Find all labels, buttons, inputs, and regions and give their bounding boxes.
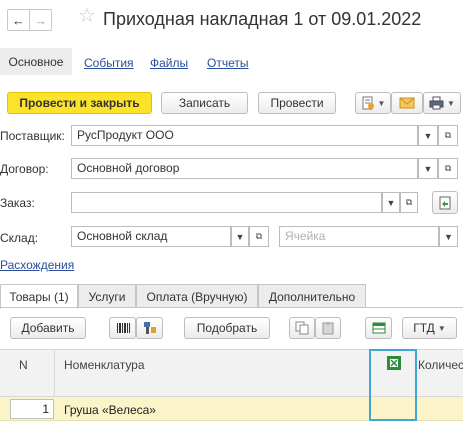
navigation-buttons: ← → bbox=[7, 9, 52, 31]
back-arrow-icon[interactable]: ← bbox=[8, 10, 29, 30]
barcode-icon bbox=[116, 323, 130, 333]
warehouse-dropdown-button[interactable]: ▼ bbox=[231, 226, 249, 247]
barcode-button[interactable] bbox=[109, 317, 136, 339]
report-button[interactable]: ▼ bbox=[355, 92, 391, 114]
report-icon bbox=[362, 96, 374, 110]
post-button[interactable]: Провести bbox=[258, 92, 336, 114]
order-label: Заказ: bbox=[0, 196, 35, 210]
select-button[interactable]: Подобрать bbox=[184, 317, 270, 339]
add-doc-icon bbox=[439, 196, 451, 209]
paste-icon bbox=[322, 322, 334, 335]
order-open-button[interactable]: ⧉ bbox=[400, 192, 418, 213]
warehouse-open-button[interactable]: ⧉ bbox=[249, 226, 269, 247]
excel-button[interactable] bbox=[365, 317, 392, 339]
open-icon: ⧉ bbox=[255, 231, 263, 241]
highlight-frame bbox=[369, 349, 417, 421]
section-tab-files[interactable]: Файлы bbox=[150, 56, 188, 70]
open-icon: ⧉ bbox=[444, 130, 452, 140]
cell-field[interactable]: Ячейка bbox=[279, 226, 439, 247]
row-item-cell[interactable]: Груша «Велеса» bbox=[64, 403, 156, 417]
chevron-down-icon: ▼ bbox=[235, 231, 245, 242]
contract-field[interactable]: Основной договор bbox=[71, 158, 418, 179]
save-button[interactable]: Записать bbox=[161, 92, 248, 114]
copy-button[interactable] bbox=[289, 317, 315, 339]
tab-goods[interactable]: Товары (1) bbox=[0, 284, 78, 309]
supplier-field[interactable]: РусПродукт ООО bbox=[71, 125, 418, 146]
supplier-dropdown-button[interactable]: ▼ bbox=[418, 125, 438, 146]
scanner-icon bbox=[143, 322, 156, 334]
section-tab-main[interactable]: Основное bbox=[0, 48, 72, 75]
paste-button[interactable] bbox=[315, 317, 341, 339]
section-tab-reports[interactable]: Отчеты bbox=[207, 56, 248, 70]
email-button[interactable] bbox=[391, 92, 423, 114]
column-header-quantity[interactable]: Количес bbox=[418, 358, 463, 372]
cell-dropdown-button[interactable]: ▼ bbox=[439, 226, 458, 247]
chevron-down-icon: ▼ bbox=[386, 197, 396, 208]
tab-payment[interactable]: Оплата (Вручную) bbox=[136, 284, 258, 308]
column-header-item[interactable]: Номенклатура bbox=[64, 358, 145, 372]
add-button[interactable]: Добавить bbox=[10, 317, 86, 339]
gtd-label: ГТД bbox=[413, 321, 435, 335]
chevron-down-icon: ▼ bbox=[447, 98, 455, 108]
section-tab-events[interactable]: События bbox=[84, 56, 134, 70]
tab-additional[interactable]: Дополнительно bbox=[258, 284, 366, 308]
star-icon[interactable]: ☆ bbox=[78, 6, 96, 26]
contract-dropdown-button[interactable]: ▼ bbox=[418, 158, 438, 179]
email-icon bbox=[399, 97, 415, 109]
scanner-button[interactable] bbox=[136, 317, 163, 339]
forward-arrow-icon[interactable]: → bbox=[29, 10, 51, 30]
column-divider bbox=[54, 349, 55, 397]
tab-services[interactable]: Услуги bbox=[78, 284, 136, 308]
print-button[interactable]: ▼ bbox=[423, 92, 461, 114]
contract-open-button[interactable]: ⧉ bbox=[438, 158, 458, 179]
open-icon: ⧉ bbox=[444, 163, 452, 173]
tab-divider bbox=[0, 307, 463, 308]
order-dropdown-button[interactable]: ▼ bbox=[382, 192, 400, 213]
chevron-down-icon: ▼ bbox=[423, 130, 433, 141]
window-title: Приходная накладная 1 от 09.01.2022 bbox=[103, 9, 422, 29]
column-header-n[interactable]: N bbox=[19, 358, 28, 372]
excel-icon bbox=[372, 322, 385, 334]
row-number-cell[interactable]: 1 bbox=[10, 399, 54, 419]
chevron-down-icon: ▼ bbox=[444, 231, 453, 242]
warehouse-field[interactable]: Основной склад bbox=[71, 226, 231, 247]
supplier-open-button[interactable]: ⧉ bbox=[438, 125, 458, 146]
post-and-close-button[interactable]: Провести и закрыть bbox=[7, 92, 152, 114]
chevron-down-icon: ▼ bbox=[377, 98, 386, 108]
order-add-button[interactable] bbox=[432, 191, 458, 214]
contract-label: Договор: bbox=[0, 162, 49, 176]
copy-icon bbox=[295, 321, 309, 335]
gtd-button[interactable]: ГТД ▼ bbox=[402, 317, 457, 339]
supplier-label: Поставщик: bbox=[0, 129, 65, 143]
discrepancies-link[interactable]: Расхождения bbox=[0, 258, 74, 272]
warehouse-label: Склад: bbox=[0, 231, 39, 245]
print-icon bbox=[429, 96, 444, 110]
chevron-down-icon: ▼ bbox=[437, 323, 446, 333]
order-field[interactable] bbox=[71, 192, 382, 213]
open-icon: ⧉ bbox=[405, 197, 413, 207]
chevron-down-icon: ▼ bbox=[423, 163, 433, 174]
